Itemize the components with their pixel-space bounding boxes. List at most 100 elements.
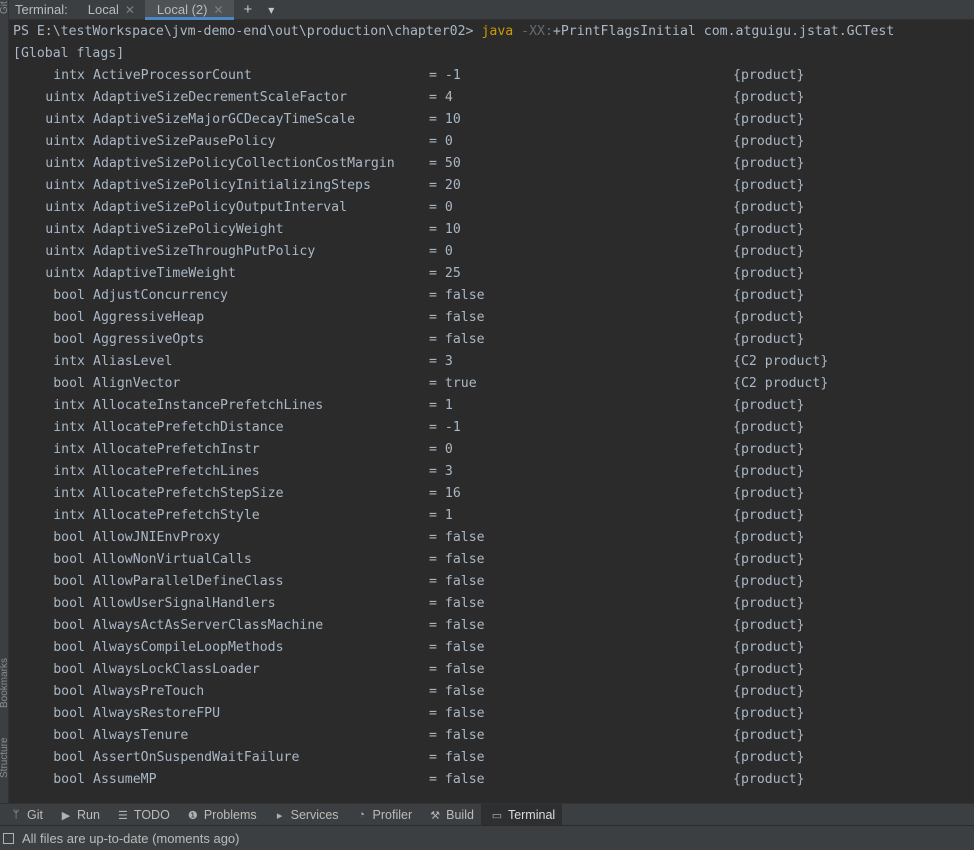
profiler-icon: ◔ [358, 809, 365, 821]
flag-name: AlwaysActAsServerClassMachine [93, 618, 324, 633]
flag-type: intx [53, 354, 85, 369]
flag-type: bool [53, 376, 85, 391]
flag-kind: {C2 product} [733, 354, 829, 369]
flag-name: AdjustConcurrency [93, 288, 228, 303]
flag-value: = false [429, 574, 485, 589]
flag-row: bool AlwaysTenure = false {product} [9, 725, 974, 747]
flag-value: = false [429, 530, 485, 545]
flag-name: AdaptiveSizeMajorGCDecayTimeScale [93, 112, 356, 127]
flag-kind: {product} [733, 442, 805, 457]
tool-window-problems[interactable]: ❶ Problems [177, 804, 264, 826]
flag-type: intx [53, 486, 85, 501]
flag-value: = false [429, 618, 485, 633]
flag-name: ActiveProcessorCount [93, 68, 252, 83]
tool-window-terminal[interactable]: ▭ Terminal [480, 804, 563, 826]
flag-name: AlwaysCompileLoopMethods [93, 640, 284, 655]
flag-name: AllocatePrefetchInstr [93, 442, 260, 457]
flag-type: intx [53, 398, 85, 413]
tool-window-run[interactable]: ▶ Run [50, 804, 107, 826]
flag-kind: {product} [733, 68, 805, 83]
flag-row: uintx AdaptiveSizeThroughPutPolicy = 0 {pro… [9, 241, 974, 263]
flag-type: bool [53, 332, 85, 347]
flag-value: = false [429, 750, 485, 765]
tab-label: Local (2) [156, 2, 208, 17]
flag-value: = 0 [429, 200, 453, 215]
chevron-down-icon[interactable]: ▾ [262, 3, 280, 17]
flag-kind: {product} [733, 398, 805, 413]
flag-value: = 3 [429, 464, 453, 479]
flag-row: bool AssertOnSuspendWaitFailure = false {pr… [9, 747, 974, 769]
flag-kind: {product} [733, 508, 805, 523]
flag-row: uintx AdaptiveSizePausePolicy = 0 {product} [9, 131, 974, 153]
flag-row: bool AlwaysCompileLoopMethods = false {prod… [9, 637, 974, 659]
plus-icon[interactable]: + [238, 1, 259, 18]
flag-type: bool [53, 750, 85, 765]
flag-name: AdaptiveSizePausePolicy [93, 134, 276, 149]
flag-value: = false [429, 640, 485, 655]
status-message: All files are up-to-date (moments ago) [22, 830, 240, 846]
flag-name: AllocateInstancePrefetchLines [93, 398, 324, 413]
flag-name: AllocatePrefetchStyle [93, 508, 260, 523]
flag-value: = false [429, 772, 485, 787]
tool-window-build[interactable]: ⚒ Build [419, 804, 481, 826]
flag-type: uintx [45, 244, 85, 259]
flag-name: AlwaysLockClassLoader [93, 662, 260, 677]
flag-kind: {product} [733, 464, 805, 479]
flag-value: = -1 [429, 420, 461, 435]
flag-type: bool [53, 706, 85, 721]
flag-name: AllowUserSignalHandlers [93, 596, 276, 611]
flag-row: intx AllocatePrefetchDistance = -1 {product… [9, 417, 974, 439]
flag-value: = 3 [429, 354, 453, 369]
flag-type: bool [53, 288, 85, 303]
flag-row: uintx AdaptiveSizePolicyWeight = 10 {produc… [9, 219, 974, 241]
flag-kind: {product} [733, 266, 805, 281]
flag-row: intx AllocatePrefetchStyle = 1 {product} [9, 505, 974, 527]
tool-window-services[interactable]: ▸ Services [264, 804, 346, 826]
flag-row: bool AllowJNIEnvProxy = false {product} [9, 527, 974, 549]
tool-window-label: Profiler [372, 808, 413, 822]
tool-window-label: Git [27, 808, 43, 822]
flag-name: AssumeMP [93, 772, 157, 787]
flag-name: AdaptiveSizePolicyCollectionCostMargin [93, 156, 395, 171]
close-icon[interactable]: ✕ [125, 3, 135, 17]
flag-type: bool [53, 618, 85, 633]
flag-row: intx AllocatePrefetchInstr = 0 {product} [9, 439, 974, 461]
bookmarks-side-tab[interactable]: Bookmarks [0, 628, 9, 708]
tool-window-git[interactable]: ᛘ Git [0, 804, 50, 826]
flag-value: = false [429, 662, 485, 677]
terminal-title: Terminal: [15, 2, 68, 17]
toggle-tool-windows-icon[interactable] [3, 832, 14, 844]
tool-window-profiler[interactable]: ◔ Profiler [346, 804, 420, 826]
flag-kind: {product} [733, 244, 805, 259]
structure-side-tab[interactable]: Structure [0, 718, 9, 778]
flag-row: bool AllowUserSignalHandlers = false {produ… [9, 593, 974, 615]
flag-type: bool [53, 530, 85, 545]
flag-row: bool AllowParallelDefineClass = false {prod… [9, 571, 974, 593]
flag-value: = 10 [429, 112, 461, 127]
flag-type: uintx [45, 222, 85, 237]
tool-window-todo[interactable]: ☰ TODO [107, 804, 177, 826]
problems-icon: ❶ [187, 809, 198, 822]
flag-row: bool AlignVector = true {C2 product} [9, 373, 974, 395]
flag-row: bool AssumeMP = false {product} [9, 769, 974, 791]
terminal-output[interactable]: PS E:\testWorkspace\jvm-demo-end\out\pro… [9, 20, 974, 803]
flag-row: uintx AdaptiveSizePolicyCollectionCostMar… [9, 153, 974, 175]
flag-type: uintx [45, 112, 85, 127]
flag-row: intx ActiveProcessorCount = -1 {product} [9, 65, 974, 87]
flag-value: = 0 [429, 442, 453, 457]
close-icon[interactable]: ✕ [213, 3, 223, 17]
flag-type: bool [53, 640, 85, 655]
flag-name: AllocatePrefetchStepSize [93, 486, 284, 501]
git-side-tab[interactable]: Git [0, 0, 9, 14]
flag-kind: {product} [733, 90, 805, 105]
tab-local-2[interactable]: Local (2) ✕ [144, 0, 234, 20]
flag-type: intx [53, 68, 85, 83]
flag-value: = false [429, 552, 485, 567]
flag-value: = 50 [429, 156, 461, 171]
tab-local[interactable]: Local ✕ [76, 0, 145, 19]
flag-kind: {product} [733, 200, 805, 215]
flag-row: bool AdjustConcurrency = false {product} [9, 285, 974, 307]
flag-type: intx [53, 442, 85, 457]
flag-name: AliasLevel [93, 354, 173, 369]
tool-window-bar: ᛘ Git ▶ Run ☰ TODO ❶ Problems ▸ Services ◔ Profiler… [0, 803, 974, 826]
